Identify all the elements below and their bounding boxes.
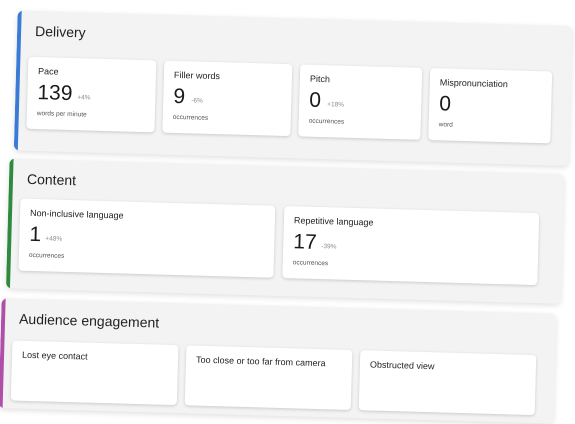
obstructed-view-card[interactable]: Obstructed view	[358, 350, 537, 416]
card-value: 9	[173, 84, 186, 109]
pitch-card[interactable]: Pitch 0 +18% occurrences	[298, 64, 423, 140]
card-delta: +48%	[45, 235, 63, 243]
lost-eye-contact-card[interactable]: Lost eye contact	[10, 340, 179, 406]
engagement-accent-bar	[0, 298, 6, 409]
camera-distance-card[interactable]: Too close or too far from camera	[184, 345, 353, 410]
card-value: 0	[309, 88, 322, 112]
pace-card[interactable]: Pace 139 +4% words per minute	[26, 56, 157, 133]
card-title: Obstructed view	[369, 359, 435, 372]
card-value: 139	[37, 81, 73, 106]
delivery-accent-bar	[13, 10, 22, 151]
card-title: Pitch	[309, 73, 331, 85]
card-title: Mispronunciation	[439, 77, 509, 90]
delivery-heading: Delivery	[34, 22, 86, 41]
report-canvas: Delivery Pace 139 +4% words per minute F…	[0, 0, 575, 424]
card-value: 17	[293, 230, 318, 254]
mispronunciation-card[interactable]: Mispronunciation 0 word	[428, 68, 553, 144]
filler-words-card[interactable]: Filler words 9 -6% occurrences	[162, 60, 293, 137]
card-unit: occurrences	[292, 259, 329, 268]
card-delta: +18%	[327, 101, 345, 109]
card-unit: words per minute	[36, 110, 87, 119]
card-delta: -6%	[191, 97, 203, 105]
content-heading: Content	[26, 170, 77, 189]
card-value: 1	[29, 222, 42, 247]
card-title: Filler words	[173, 69, 221, 82]
audience-engagement-section: Audience engagement Lost eye contact Too…	[0, 298, 557, 424]
content-accent-bar	[5, 158, 14, 289]
engagement-heading: Audience engagement	[18, 310, 160, 331]
card-delta: -39%	[321, 243, 337, 251]
card-title: Repetitive language	[293, 215, 374, 228]
card-title: Too close or too far from camera	[195, 354, 326, 369]
card-title: Pace	[37, 66, 59, 77]
content-section: Content Non-inclusive language 1 +48% oc…	[5, 158, 565, 304]
card-title: Non-inclusive language	[29, 207, 124, 221]
card-unit: occurrences	[172, 113, 209, 122]
card-unit: word	[438, 121, 453, 129]
card-unit: occurrences	[308, 117, 345, 126]
delivery-section: Delivery Pace 139 +4% words per minute F…	[13, 10, 573, 166]
card-delta: +4%	[77, 94, 91, 102]
card-value: 0	[438, 92, 452, 116]
non-inclusive-language-card[interactable]: Non-inclusive language 1 +48% occurrence…	[18, 198, 276, 278]
repetitive-language-card[interactable]: Repetitive language 17 -39% occurrences	[282, 206, 540, 286]
card-unit: occurrences	[28, 251, 65, 260]
card-title: Lost eye contact	[21, 349, 88, 362]
